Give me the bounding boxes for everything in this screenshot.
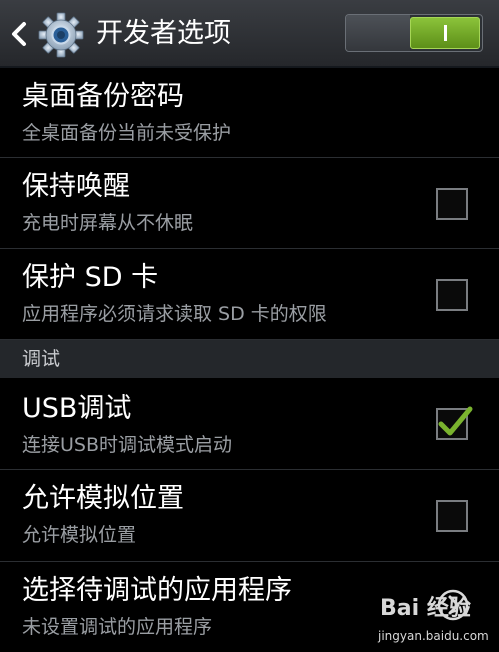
protect-sd-card-checkbox[interactable] [436, 279, 468, 311]
toggle-on-indicator [444, 25, 447, 41]
list-item-title: 选择待调试的应用程序 [22, 575, 292, 606]
allow-mock-locations-checkbox[interactable] [436, 500, 468, 532]
list-item-subtitle: 应用程序必须请求读取 SD 卡的权限 [22, 303, 327, 325]
chevron-left-icon[interactable] [8, 18, 30, 50]
action-bar: 开发者选项 [0, 0, 499, 68]
list-item-title: USB调试 [22, 393, 132, 424]
list-item-title: 允许模拟位置 [22, 483, 184, 514]
developer-options-screen: 开发者选项 桌面备份密码 全桌面备份当前未受保护 保持唤醒 充电时屏幕从不休眠 … [0, 0, 499, 652]
checkmark-icon [438, 406, 473, 436]
list-item-protect-sd-card[interactable]: 保护 SD 卡 应用程序必须请求读取 SD 卡的权限 [0, 249, 499, 340]
list-item-allow-mock-locations[interactable]: 允许模拟位置 允许模拟位置 [0, 470, 499, 562]
list-item-desktop-backup-password[interactable]: 桌面备份密码 全桌面备份当前未受保护 [0, 68, 499, 158]
list-item-subtitle: 充电时屏幕从不休眠 [22, 212, 194, 234]
toggle-off-area [346, 15, 410, 51]
list-item-title: 保持唤醒 [22, 171, 130, 202]
list-item-title: 桌面备份密码 [22, 81, 184, 112]
gear-icon [38, 12, 84, 58]
stay-awake-checkbox[interactable] [436, 188, 468, 220]
toggle-thumb [410, 17, 480, 49]
list-item-subtitle: 全桌面备份当前未受保护 [22, 122, 232, 144]
page-title: 开发者选项 [96, 18, 231, 49]
section-label: 调试 [22, 348, 61, 370]
list-item-subtitle: 允许模拟位置 [22, 524, 137, 546]
watermark: Bai 经验 jingyan.baidu.com [378, 590, 496, 650]
watermark-url: jingyan.baidu.com [378, 629, 489, 643]
list-item-subtitle: 未设置调试的应用程序 [22, 616, 213, 638]
section-header-debugging: 调试 [0, 340, 499, 378]
watermark-brand: Bai 经验 [380, 596, 471, 621]
list-item-usb-debugging[interactable]: USB调试 连接USB时调试模式启动 [0, 378, 499, 470]
usb-debugging-checkbox[interactable] [436, 406, 473, 440]
list-item-stay-awake[interactable]: 保持唤醒 充电时屏幕从不休眠 [0, 158, 499, 249]
list-item-title: 保护 SD 卡 [22, 262, 159, 293]
developer-options-toggle[interactable] [345, 14, 483, 52]
list-item-subtitle: 连接USB时调试模式启动 [22, 434, 233, 456]
